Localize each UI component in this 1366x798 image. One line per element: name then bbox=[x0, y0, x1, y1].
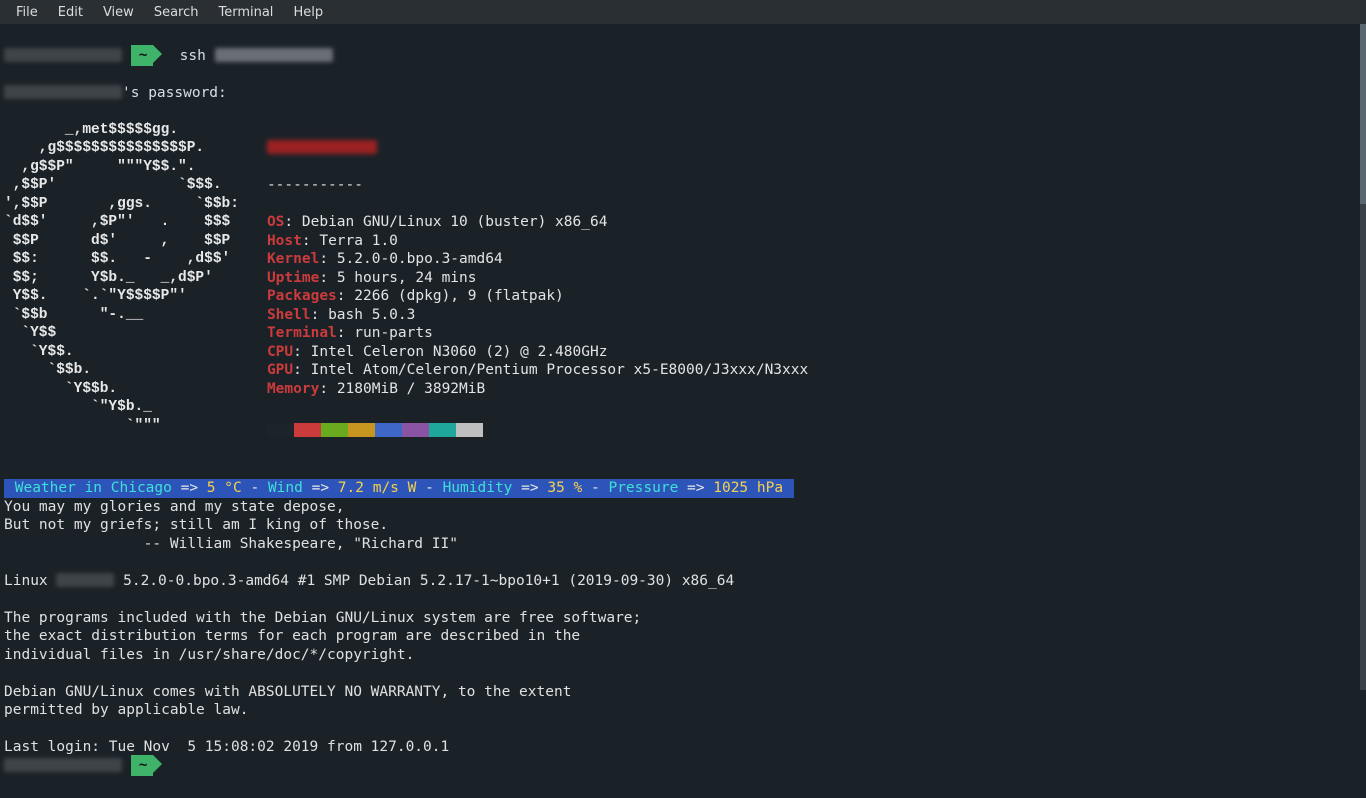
last-login: Last login: Tue Nov 5 15:08:02 2019 from… bbox=[4, 739, 449, 755]
motd-line: permitted by applicable law. bbox=[4, 701, 1362, 720]
color-swatch bbox=[294, 423, 321, 437]
motd-line: individual files in /usr/share/doc/*/cop… bbox=[4, 646, 1362, 665]
scrollbar[interactable] bbox=[1360, 24, 1366, 690]
neofetch-row-memory: Memory: 2180MiB / 3892MiB bbox=[267, 380, 808, 399]
fortune-quote: You may my glories and my state depose,B… bbox=[4, 498, 1362, 554]
color-swatch bbox=[402, 423, 429, 437]
menu-bar: File Edit View Search Terminal Help bbox=[0, 0, 1366, 24]
menu-view[interactable]: View bbox=[93, 2, 144, 23]
terminal-output[interactable]: ~ ssh 's password: _,met$$$$$gg. ,g$$$$$… bbox=[0, 24, 1366, 798]
redacted-host-2 bbox=[4, 758, 122, 772]
scrollbar-thumb[interactable] bbox=[1360, 24, 1366, 204]
neofetch-dashes: ----------- bbox=[267, 176, 808, 195]
redacted-userhost bbox=[267, 140, 377, 154]
motd-line: the exact distribution terms for each pr… bbox=[4, 627, 1362, 646]
neofetch-row-cpu: CPU: Intel Celeron N3060 (2) @ 2.480GHz bbox=[267, 343, 808, 362]
weather-bar: Weather in Chicago => 5 °C - Wind => 7.2… bbox=[4, 479, 794, 498]
fortune-line: You may my glories and my state depose, bbox=[4, 498, 1362, 517]
color-swatch bbox=[267, 423, 294, 437]
redacted-host bbox=[4, 48, 122, 62]
debian-ascii-logo: _,met$$$$$gg. ,g$$$$$$$$$$$$$$$P. ,g$$P"… bbox=[4, 121, 239, 436]
debian-motd: The programs included with the Debian GN… bbox=[4, 609, 1362, 720]
neofetch-user bbox=[267, 139, 808, 158]
prompt-arrow-2: ~ bbox=[131, 757, 154, 775]
menu-terminal[interactable]: Terminal bbox=[208, 2, 283, 23]
neofetch-block: _,met$$$$$gg. ,g$$$$$$$$$$$$$$$P. ,g$$P"… bbox=[4, 121, 1362, 443]
menu-help[interactable]: Help bbox=[283, 2, 333, 23]
prompt-line-1: ~ ssh bbox=[4, 47, 1362, 66]
color-swatches bbox=[267, 423, 483, 443]
neofetch-row-uptime: Uptime: 5 hours, 24 mins bbox=[267, 269, 808, 288]
motd-line: The programs included with the Debian GN… bbox=[4, 609, 1362, 628]
neofetch-info: ----------- OS: Debian GNU/Linux 10 (bus… bbox=[267, 121, 808, 443]
fortune-line: -- William Shakespeare, "Richard II" bbox=[4, 535, 1362, 554]
neofetch-row-packages: Packages: 2266 (dpkg), 9 (flatpak) bbox=[267, 287, 808, 306]
color-swatch bbox=[348, 423, 375, 437]
redacted-ssh-target bbox=[215, 48, 333, 62]
motd-line bbox=[4, 664, 1362, 683]
neofetch-row-terminal: Terminal: run-parts bbox=[267, 324, 808, 343]
color-swatch bbox=[429, 423, 456, 437]
motd-line: Debian GNU/Linux comes with ABSOLUTELY N… bbox=[4, 683, 1362, 702]
menu-file[interactable]: File bbox=[6, 2, 48, 23]
prompt-arrow: ~ bbox=[131, 47, 154, 65]
command-ssh: ssh bbox=[180, 48, 206, 64]
color-swatch bbox=[375, 423, 402, 437]
neofetch-row-host: Host: Terra 1.0 bbox=[267, 232, 808, 251]
color-swatch bbox=[321, 423, 348, 437]
color-swatch bbox=[456, 423, 483, 437]
password-prompt: 's password: bbox=[4, 84, 1362, 103]
blank-line-2 bbox=[4, 591, 13, 607]
neofetch-row-shell: Shell: bash 5.0.3 bbox=[267, 306, 808, 325]
menu-edit[interactable]: Edit bbox=[48, 2, 93, 23]
neofetch-row-kernel: Kernel: 5.2.0-0.bpo.3-amd64 bbox=[267, 250, 808, 269]
menu-search[interactable]: Search bbox=[144, 2, 209, 23]
fortune-line: But not my griefs; still am I king of th… bbox=[4, 516, 1362, 535]
redacted-user bbox=[4, 85, 122, 99]
blank-line bbox=[4, 462, 13, 478]
neofetch-row-os: OS: Debian GNU/Linux 10 (buster) x86_64 bbox=[267, 213, 808, 232]
uname-line: Linux 5.2.0-0.bpo.3-amd64 #1 SMP Debian … bbox=[4, 573, 734, 589]
prompt-line-2: ~ bbox=[4, 757, 1362, 776]
redacted-hostname bbox=[56, 573, 114, 587]
neofetch-row-gpu: GPU: Intel Atom/Celeron/Pentium Processo… bbox=[267, 361, 808, 380]
